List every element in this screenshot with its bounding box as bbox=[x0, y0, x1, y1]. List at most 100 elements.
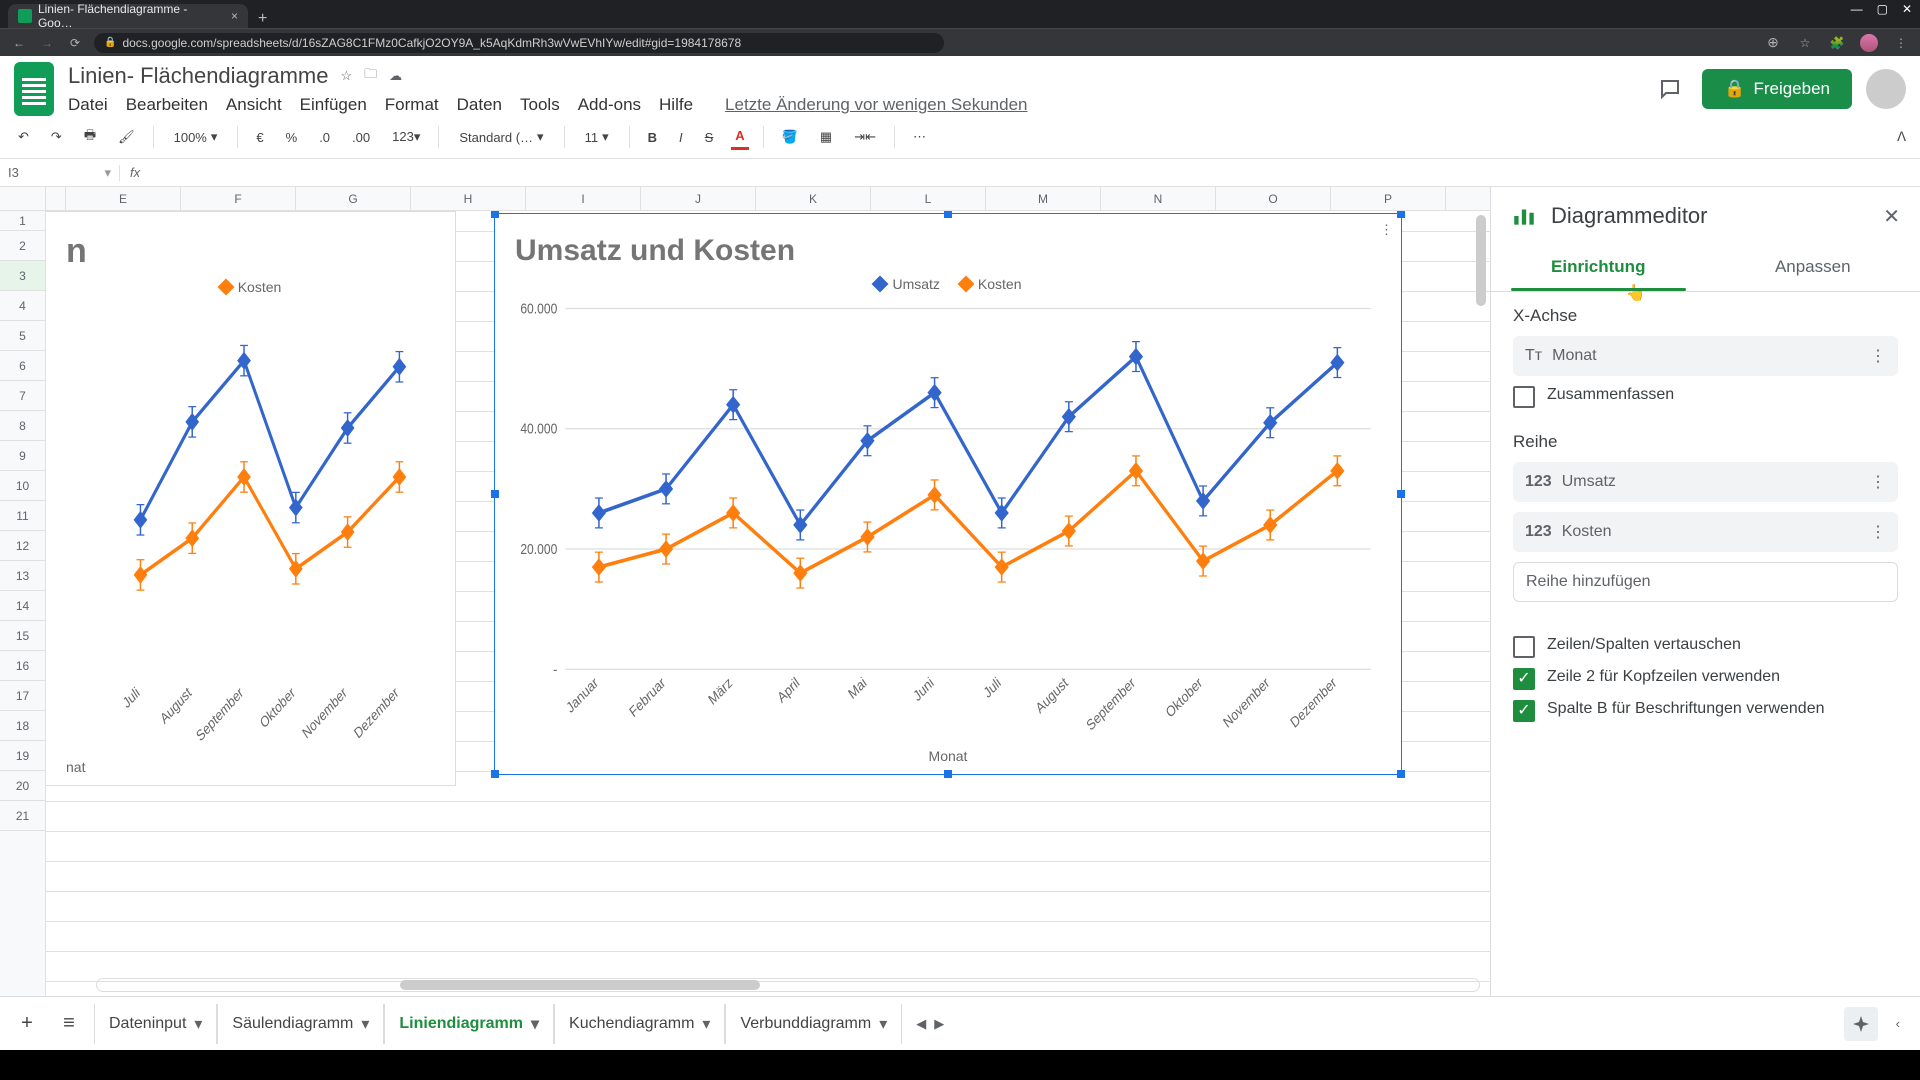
row-header[interactable]: 14 bbox=[0, 591, 45, 621]
col-header[interactable]: J bbox=[641, 187, 756, 210]
close-icon[interactable]: ✕ bbox=[1883, 204, 1900, 229]
forward-icon[interactable]: → bbox=[38, 36, 56, 50]
vertical-scrollbar[interactable] bbox=[1474, 215, 1488, 976]
explore-button[interactable] bbox=[1844, 1007, 1878, 1041]
italic-icon[interactable]: I bbox=[675, 126, 687, 149]
menu-format[interactable]: Format bbox=[385, 95, 439, 115]
select-all-corner[interactable] bbox=[0, 187, 46, 210]
undo-icon[interactable]: ↶ bbox=[14, 125, 33, 149]
number-format-select[interactable]: 123▾ bbox=[388, 125, 424, 149]
header-row-checkbox[interactable] bbox=[1513, 668, 1535, 690]
chart-object-main[interactable]: ⋮ Umsatz und Kosten UmsatzKosten 60.0004… bbox=[494, 213, 1402, 775]
row-header[interactable]: 19 bbox=[0, 741, 45, 771]
row-header[interactable]: 3 bbox=[0, 261, 45, 291]
sheet-dropdown-icon[interactable]: ▾ bbox=[531, 1014, 539, 1034]
row-header[interactable]: 18 bbox=[0, 711, 45, 741]
dec-increase-icon[interactable]: .00 bbox=[348, 126, 374, 149]
menu-edit[interactable]: Bearbeiten bbox=[126, 95, 208, 115]
document-title[interactable]: Linien- Flächendiagramme bbox=[68, 63, 328, 89]
sheet-dropdown-icon[interactable]: ▾ bbox=[702, 1014, 710, 1034]
address-bar[interactable]: 🔒 docs.google.com/spreadsheets/d/16sZAG8… bbox=[94, 33, 944, 53]
reload-icon[interactable]: ⟳ bbox=[66, 36, 84, 50]
col-header[interactable]: N bbox=[1101, 187, 1216, 210]
print-icon[interactable]: 🖶 bbox=[80, 122, 100, 152]
col-header[interactable]: E bbox=[66, 187, 181, 210]
fill-color-icon[interactable]: 🪣 bbox=[778, 125, 802, 149]
font-size-select[interactable]: 11 ▾ bbox=[579, 127, 615, 147]
extensions-icon[interactable]: 🧩 bbox=[1828, 36, 1846, 50]
row-header[interactable]: 1 bbox=[0, 211, 45, 231]
sheet-tab[interactable]: Kuchendiagramm▾ bbox=[554, 1004, 725, 1044]
col-header[interactable]: K bbox=[756, 187, 871, 210]
chart-object-left[interactable]: n Kosten JuliAugustSeptemberOktoberNovem… bbox=[46, 211, 456, 786]
tab-close-icon[interactable]: × bbox=[231, 9, 238, 23]
col-header[interactable]: M bbox=[986, 187, 1101, 210]
col-header[interactable]: G bbox=[296, 187, 411, 210]
sheet-tab[interactable]: Dateninput▾ bbox=[94, 1004, 217, 1044]
borders-icon[interactable]: ▦ bbox=[816, 125, 836, 149]
win-close[interactable]: ✕ bbox=[1902, 2, 1912, 16]
switch-checkbox[interactable] bbox=[1513, 636, 1535, 658]
cells-canvas[interactable]: n Kosten JuliAugustSeptemberOktoberNovem… bbox=[46, 211, 1490, 996]
row-header[interactable]: 21 bbox=[0, 801, 45, 831]
last-edit-link[interactable]: Letzte Änderung vor wenigen Sekunden bbox=[725, 95, 1027, 115]
row-header[interactable]: 16 bbox=[0, 651, 45, 681]
account-avatar[interactable] bbox=[1866, 69, 1906, 109]
menu-help[interactable]: Hilfe bbox=[659, 95, 693, 115]
add-series-button[interactable]: Reihe hinzufügen bbox=[1513, 562, 1898, 602]
xaxis-chip[interactable]: Tᴛ Monat ⋮ bbox=[1513, 336, 1898, 376]
col-header[interactable]: H bbox=[411, 187, 526, 210]
col-header[interactable]: O bbox=[1216, 187, 1331, 210]
row-header[interactable]: 20 bbox=[0, 771, 45, 801]
font-select[interactable]: Standard (… ▾ bbox=[453, 127, 549, 147]
browser-tab[interactable]: Linien- Flächendiagramme - Goo… × bbox=[8, 4, 248, 28]
col-header[interactable]: F bbox=[181, 187, 296, 210]
row-header[interactable]: 10 bbox=[0, 471, 45, 501]
row-header[interactable]: 5 bbox=[0, 321, 45, 351]
sheet-dropdown-icon[interactable]: ▾ bbox=[194, 1014, 202, 1034]
text-color-icon[interactable]: A bbox=[731, 124, 748, 150]
menu-file[interactable]: Datei bbox=[68, 95, 108, 115]
row-header[interactable]: 6 bbox=[0, 351, 45, 381]
sheet-dropdown-icon[interactable]: ▾ bbox=[879, 1014, 887, 1034]
menu-data[interactable]: Daten bbox=[457, 95, 502, 115]
sheet-tab[interactable]: Säulendiagramm▾ bbox=[217, 1004, 384, 1044]
move-icon[interactable]: 🗀 bbox=[364, 65, 377, 87]
col-header[interactable]: I bbox=[526, 187, 641, 210]
row-header[interactable]: 13 bbox=[0, 561, 45, 591]
sheet-dropdown-icon[interactable]: ▾ bbox=[361, 1014, 369, 1034]
side-panel-toggle-icon[interactable]: ‹ bbox=[1886, 1016, 1910, 1031]
sheet-tab[interactable]: Liniendiagramm▾ bbox=[384, 1004, 554, 1044]
horizontal-scrollbar[interactable] bbox=[96, 978, 1480, 992]
back-icon[interactable]: ← bbox=[10, 36, 28, 50]
redo-icon[interactable]: ↷ bbox=[47, 125, 66, 149]
labels-col-checkbox[interactable] bbox=[1513, 700, 1535, 722]
chart-more-icon[interactable]: ⋮ bbox=[1380, 222, 1393, 238]
win-max[interactable]: ▢ bbox=[1877, 2, 1888, 16]
percent-icon[interactable]: % bbox=[282, 126, 302, 149]
row-header[interactable]: 11 bbox=[0, 501, 45, 531]
all-sheets-icon[interactable]: ≡ bbox=[52, 1007, 86, 1041]
comments-button[interactable] bbox=[1652, 71, 1688, 107]
win-min[interactable]: — bbox=[1851, 2, 1863, 16]
new-tab-button[interactable]: + bbox=[248, 10, 277, 28]
currency-icon[interactable]: € bbox=[252, 126, 267, 149]
name-box[interactable]: I3▾ bbox=[0, 165, 120, 181]
collapse-toolbar-icon[interactable]: ᐱ bbox=[1897, 129, 1906, 145]
col-header[interactable]: L bbox=[871, 187, 986, 210]
row-header[interactable]: 7 bbox=[0, 381, 45, 411]
row-header[interactable]: 8 bbox=[0, 411, 45, 441]
sheets-logo-icon[interactable] bbox=[14, 62, 54, 116]
row-header[interactable]: 17 bbox=[0, 681, 45, 711]
add-sheet-button[interactable]: + bbox=[10, 1007, 44, 1041]
row-header[interactable]: 12 bbox=[0, 531, 45, 561]
sheet-nav-right-icon[interactable]: ▶ bbox=[934, 1016, 944, 1032]
sheet-nav-left-icon[interactable]: ◀ bbox=[916, 1016, 926, 1032]
paint-format-icon[interactable]: 🖌 bbox=[114, 125, 139, 149]
row-header[interactable]: 15 bbox=[0, 621, 45, 651]
chip-more-icon[interactable]: ⋮ bbox=[1870, 346, 1886, 366]
chip-more-icon[interactable]: ⋮ bbox=[1870, 522, 1886, 542]
cloud-status-icon[interactable]: ☁ bbox=[389, 68, 402, 84]
menu-view[interactable]: Ansicht bbox=[226, 95, 282, 115]
series-chip-umsatz[interactable]: 123 Umsatz ⋮ bbox=[1513, 462, 1898, 502]
